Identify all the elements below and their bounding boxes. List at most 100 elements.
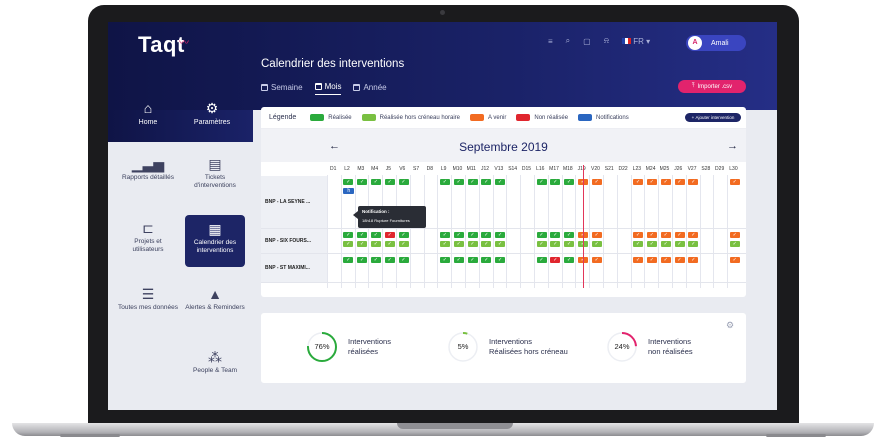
intervention-cell[interactable]: ✓ (550, 241, 561, 247)
intervention-cell[interactable]: ✓ (370, 241, 381, 247)
sidebar-item-calendar[interactable]: ▦ Calendrier des interventions (185, 215, 245, 267)
intervention-cell[interactable]: ✓ (453, 232, 464, 238)
intervention-cell[interactable]: ✓ (646, 257, 657, 263)
sidebar-item-projects[interactable]: ⊏ Projets et utilisateurs (118, 218, 178, 254)
intervention-cell[interactable]: ✓ (453, 179, 464, 185)
intervention-cell[interactable]: ✓ (660, 257, 671, 263)
intervention-cell[interactable]: ✓ (729, 257, 740, 263)
intervention-cell[interactable]: ✓ (467, 241, 478, 247)
intervention-cell[interactable]: ✓ (439, 241, 450, 247)
intervention-cell[interactable]: ✓ (398, 179, 409, 185)
intervention-cell[interactable]: ✓ (439, 179, 450, 185)
intervention-cell[interactable]: ✓ (550, 232, 561, 238)
intervention-cell[interactable]: ✓ (384, 232, 395, 238)
intervention-cell[interactable]: ✓ (467, 232, 478, 238)
intervention-cell[interactable]: ✓ (495, 257, 506, 263)
sidebar-item-tickets[interactable]: ▤ Tickets d'interventions (185, 154, 245, 190)
intervention-cell[interactable]: ✓ (481, 257, 492, 263)
menu-icon[interactable]: ≡ (548, 37, 553, 46)
sidebar-item-people[interactable]: ⁂ People & Team (185, 347, 245, 375)
intervention-cell[interactable]: ✓ (688, 257, 699, 263)
next-month-arrow-icon[interactable]: → (727, 140, 738, 152)
intervention-cell[interactable]: ✓ (564, 179, 575, 185)
tab-month[interactable]: Mois (314, 82, 342, 95)
intervention-cell[interactable]: ✓ (646, 179, 657, 185)
intervention-cell[interactable]: ✓ (550, 179, 561, 185)
intervention-cell[interactable]: ✓ (343, 241, 354, 247)
intervention-cell[interactable]: ✓ (481, 232, 492, 238)
intervention-cell[interactable]: ✓ (343, 257, 354, 263)
intervention-cell[interactable]: ✓ (495, 241, 506, 247)
intervention-cell[interactable]: ✓ (453, 241, 464, 247)
intervention-cell[interactable]: ✓ (633, 257, 644, 263)
intervention-cell[interactable]: ✓ (398, 241, 409, 247)
intervention-cell[interactable]: ✓ (398, 257, 409, 263)
sidebar-item-reports[interactable]: ▁▃▅ Rapports détaillés (118, 154, 178, 182)
intervention-cell[interactable]: ✓ (370, 232, 381, 238)
intervention-cell[interactable]: ✓ (384, 179, 395, 185)
intervention-cell[interactable]: ✓ (591, 257, 602, 263)
intervention-cell[interactable]: ✓ (591, 179, 602, 185)
intervention-cell[interactable]: ✓ (564, 241, 575, 247)
intervention-cell[interactable]: ✓ (633, 179, 644, 185)
chat-icon[interactable]: ▢ (583, 37, 591, 46)
intervention-cell[interactable]: ✓ (674, 241, 685, 247)
intervention-cell[interactable]: ✓ (384, 257, 395, 263)
sidebar-item-settings[interactable]: ⚙ Paramètres (180, 100, 244, 126)
intervention-cell[interactable]: ✓ (495, 179, 506, 185)
intervention-cell[interactable]: ✓ (564, 232, 575, 238)
intervention-cell[interactable]: ✓ (357, 232, 368, 238)
app-logo[interactable]: Taqt (138, 32, 185, 58)
intervention-cell[interactable]: ✓ (660, 179, 671, 185)
intervention-cell[interactable]: ✓ (688, 232, 699, 238)
intervention-cell[interactable]: ✓ (467, 179, 478, 185)
tab-week[interactable]: Semaine (261, 82, 303, 95)
intervention-cell[interactable]: ✓ (495, 232, 506, 238)
intervention-cell[interactable]: ✓ (467, 257, 478, 263)
intervention-cell[interactable]: ✓ (591, 241, 602, 247)
intervention-cell[interactable]: ✓ (729, 241, 740, 247)
intervention-cell[interactable]: ✓ (536, 179, 547, 185)
intervention-cell[interactable]: ✓ (660, 232, 671, 238)
intervention-cell[interactable]: ✓ (688, 179, 699, 185)
intervention-cell[interactable]: ✓ (591, 232, 602, 238)
intervention-cell[interactable]: ✓ (453, 257, 464, 263)
sidebar-item-alerts[interactable]: ▲ Alertes & Reminders (185, 284, 245, 312)
intervention-cell[interactable]: ✓ (633, 232, 644, 238)
intervention-cell[interactable]: ✓ (674, 257, 685, 263)
intervention-cell[interactable]: ✓ (550, 257, 561, 263)
intervention-cell[interactable]: ✓ (370, 257, 381, 263)
sidebar-item-home[interactable]: ⌂ Home (116, 100, 180, 126)
site-row-label[interactable]: BNP - SIX FOURS... (261, 229, 327, 253)
intervention-cell[interactable]: ✓ (660, 241, 671, 247)
intervention-cell[interactable]: ✓ (633, 241, 644, 247)
gear-icon[interactable]: ⚙ (726, 320, 734, 331)
intervention-cell[interactable]: h (343, 188, 355, 194)
intervention-cell[interactable]: ✓ (481, 179, 492, 185)
intervention-cell[interactable]: ✓ (439, 232, 450, 238)
import-csv-button[interactable]: ⤒ Importer .csv (678, 80, 746, 93)
add-intervention-button[interactable]: + Ajouter intervention (685, 113, 741, 122)
intervention-cell[interactable]: ✓ (674, 179, 685, 185)
intervention-cell[interactable]: ✓ (646, 241, 657, 247)
intervention-cell[interactable]: ✓ (536, 257, 547, 263)
intervention-cell[interactable]: ✓ (729, 232, 740, 238)
intervention-cell[interactable]: ✓ (564, 257, 575, 263)
intervention-cell[interactable]: ✓ (481, 241, 492, 247)
intervention-cell[interactable]: ✓ (398, 232, 409, 238)
sidebar-item-data[interactable]: ☰ Toutes mes données (118, 284, 178, 312)
user-menu[interactable]: A Amali (686, 35, 746, 51)
tab-year[interactable]: Année (353, 82, 387, 95)
intervention-cell[interactable]: ✓ (439, 257, 450, 263)
intervention-cell[interactable]: ✓ (729, 179, 740, 185)
intervention-cell[interactable]: ✓ (536, 232, 547, 238)
intervention-cell[interactable]: ✓ (357, 257, 368, 263)
intervention-cell[interactable]: ✓ (536, 241, 547, 247)
intervention-cell[interactable]: ✓ (357, 241, 368, 247)
site-row-label[interactable]: BNP - ST MAXIMI... (261, 254, 327, 282)
intervention-cell[interactable]: ✓ (674, 232, 685, 238)
intervention-cell[interactable]: ✓ (343, 232, 354, 238)
intervention-cell[interactable]: ✓ (688, 241, 699, 247)
intervention-cell[interactable]: ✓ (357, 179, 368, 185)
search-icon[interactable]: ⌕ (566, 36, 570, 46)
